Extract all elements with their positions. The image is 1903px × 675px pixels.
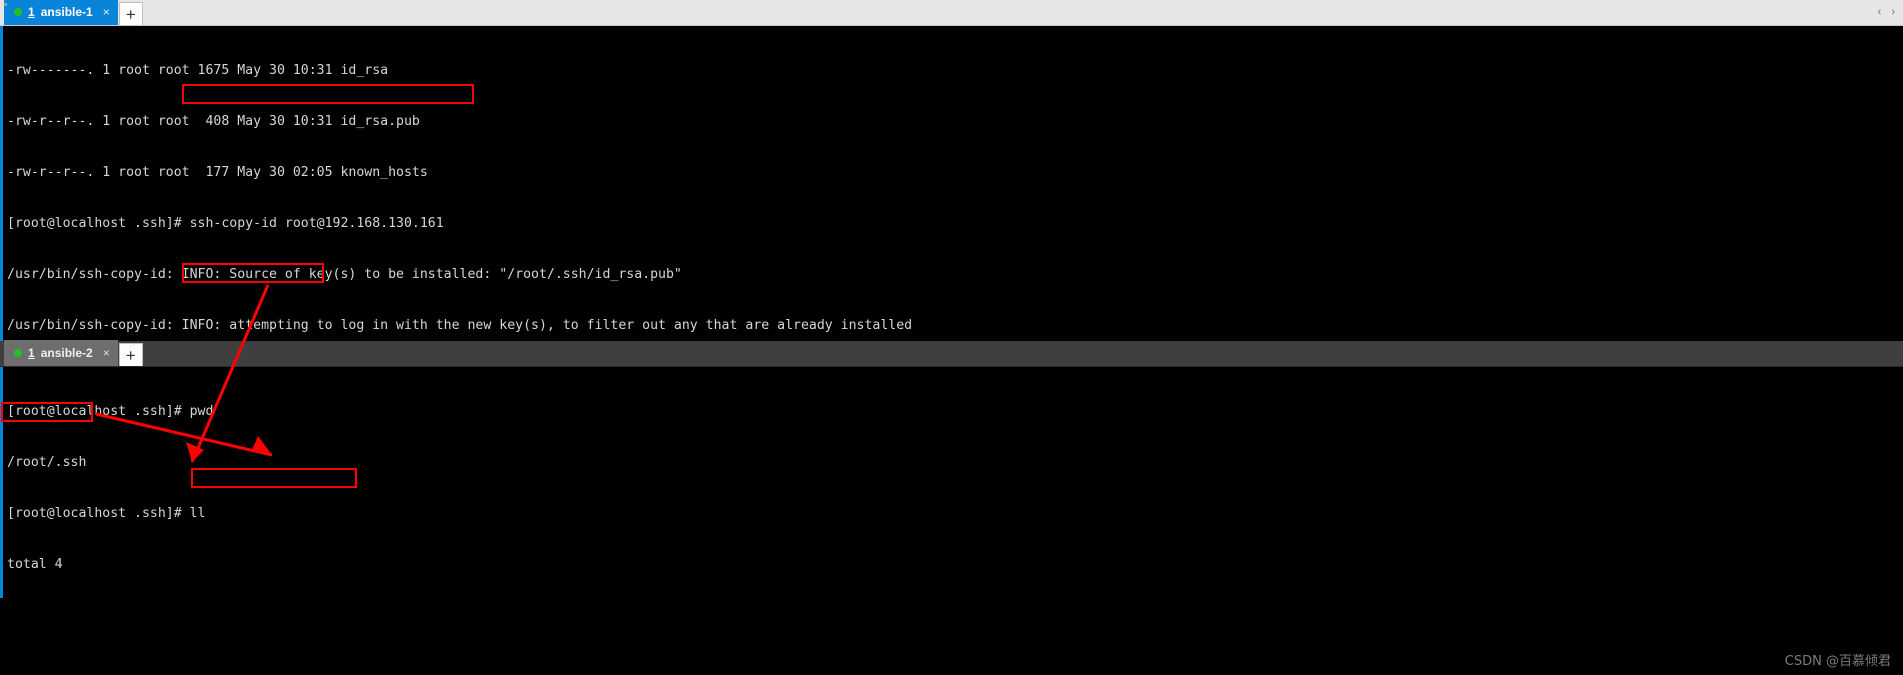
tab-label: ansible-1 [40,5,93,19]
new-tab-button[interactable]: + [118,343,143,366]
window-corner-marker [4,3,7,6]
session-status-dot [14,349,22,357]
new-tab-button[interactable]: + [118,2,143,25]
terminal-line: [root@localhost .ssh]# ll [7,506,206,521]
tabbar-pane2: 1 ansible-2 × + [0,340,1903,367]
terminal-line: /root/.ssh [7,455,87,470]
terminal-line: -rw-------. 1 root root 1675 May 30 10:3… [7,63,389,78]
terminal-line: /usr/bin/ssh-copy-id: INFO: attempting t… [7,318,913,333]
terminal-line: /usr/bin/ssh-copy-id: INFO: Source of ke… [7,267,682,282]
watermark: CSDN @百慕倾君 [1784,654,1891,669]
tabbar-pane1: 1 ansible-1 × + ‹ › [0,0,1903,26]
tab-index: 1 [28,346,35,360]
session-status-dot [14,8,22,16]
tab-index: 1 [28,5,35,19]
tab-label: ansible-2 [40,346,93,360]
terminal-pane-ansible-2[interactable]: [root@localhost .ssh]# pwd /root/.ssh [r… [0,367,1903,598]
tabbar-controls: ‹ › [1870,0,1903,25]
tab-ansible-2[interactable]: 1 ansible-2 × [4,340,118,366]
terminal-line: [root@localhost .ssh]# pwd [7,404,214,419]
tab-ansible-1[interactable]: 1 ansible-1 × [4,0,118,25]
terminal-line: [root@localhost .ssh]# ssh-copy-id root@… [7,216,444,231]
chevron-left-icon[interactable]: ‹ [1878,6,1882,18]
close-icon[interactable]: × [103,347,110,359]
terminal-line: -rw-r--r--. 1 root root 177 May 30 02:05… [7,165,428,180]
chevron-right-icon[interactable]: › [1891,6,1895,18]
terminal-pane-ansible-1[interactable]: -rw-------. 1 root root 1675 May 30 10:3… [0,26,1903,341]
terminal-line: -rw-r--r--. 1 root root 408 May 30 10:31… [7,114,420,129]
terminal-line: total 4 [7,557,63,572]
close-icon[interactable]: × [103,6,110,18]
